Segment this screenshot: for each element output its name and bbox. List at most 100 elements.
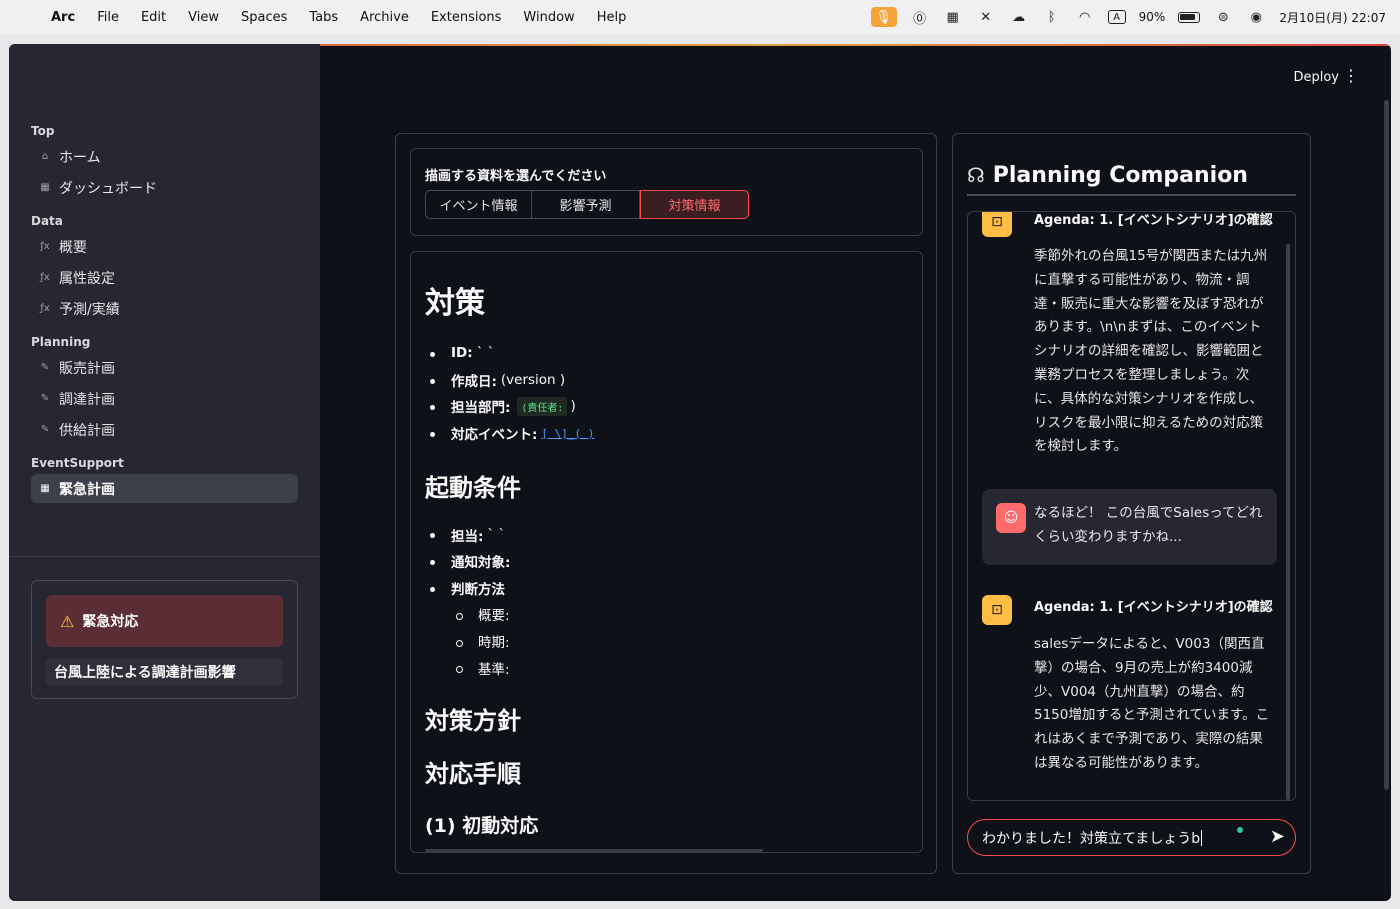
list-item: 判断方法: [425, 575, 908, 602]
event-link[interactable]: [ \]_( ): [541, 427, 594, 440]
bluetooth-off-icon[interactable]: ✕: [976, 8, 996, 26]
trigger-key-notify: 通知対象:: [451, 555, 511, 572]
chat-header: ☊ Planning Companion: [967, 156, 1296, 196]
sidebar-item-supply-plan[interactable]: ✎ 供給計画: [31, 415, 298, 444]
menu-app-arc[interactable]: Arc: [51, 10, 86, 25]
list-item: 時期:: [425, 628, 908, 655]
sidebar-item-label: ホーム: [59, 149, 101, 166]
function-icon: ƒx: [40, 303, 50, 314]
more-options-icon[interactable]: ⋮: [1343, 68, 1359, 84]
alert-title: 緊急対応: [82, 614, 139, 630]
nav-section-eventsupport: EventSupport: [31, 456, 124, 470]
home-icon: ⌂: [41, 151, 49, 162]
seg-event-info[interactable]: イベント情報: [425, 190, 532, 219]
menu-spaces[interactable]: Spaces: [230, 10, 298, 25]
field-key-created: 作成日:: [451, 373, 497, 390]
sidebar-item-procurement-plan[interactable]: ✎ 調達計画: [31, 384, 298, 413]
doc-title: 対策: [425, 286, 485, 321]
text-caret: [1201, 829, 1203, 846]
message-title: Agenda: 1. [イベントシナリオ]の確認: [1034, 600, 1273, 615]
menu-edit[interactable]: Edit: [130, 10, 177, 25]
menu-file[interactable]: File: [86, 10, 130, 25]
message-title: Agenda: 1. [イベントシナリオ]の確認: [1034, 213, 1273, 228]
selector-label: 描画する資料を選んでください: [425, 169, 607, 184]
microphone-icon[interactable]: 🎙: [870, 7, 897, 27]
chat-scrollbar[interactable]: [1286, 244, 1290, 800]
sidebar-item-label: 概要: [59, 239, 87, 256]
warning-icon: ⚠: [60, 611, 75, 631]
window-scrollbar[interactable]: [1384, 100, 1389, 790]
seg-impact-forecast[interactable]: 影響予測: [532, 190, 640, 219]
field-key-event: 対応イベント:: [451, 427, 538, 444]
sidebar-item-label: 予測/実績: [59, 301, 120, 318]
user-message-body: なるほど！ この台風でSalesってどれくらい変わりますかね...: [1034, 505, 1263, 545]
status-dot-icon: [1237, 827, 1243, 833]
sidebar-item-label: 供給計画: [59, 422, 115, 439]
field-value-department: ): [570, 398, 576, 415]
sidebar-item-emergency-plan[interactable]: ▦ 緊急計画: [31, 474, 298, 503]
message-body: salesデータによると、V003（関西直撃）の場合、9月の売上が約3400減少…: [1034, 636, 1270, 771]
sidebar-item-attributes[interactable]: ƒx 属性設定: [31, 263, 298, 292]
sidebar-item-label: 調達計画: [59, 391, 115, 408]
function-icon: ƒx: [40, 241, 50, 252]
emergency-alert-card: ⚠ 緊急対応 台風上陸による調達計画影響: [31, 580, 298, 699]
field-value-created: (version ): [500, 371, 566, 388]
chat-input-value: わかりました！対策立てましょうb: [982, 830, 1201, 847]
trigger-value-owner: ` `: [487, 526, 506, 543]
function-icon: ƒx: [40, 272, 50, 283]
list-item: 担当部門: (責任者:): [425, 393, 908, 420]
menu-archive[interactable]: Archive: [349, 10, 420, 25]
message-body: 季節外れの台風15号が関西または九州に直撃する可能性があり、物流・調達・販売に重…: [1034, 248, 1268, 455]
dashboard-icon: ▦: [40, 483, 50, 494]
sidebar-item-dashboard[interactable]: ▦ ダッシュボード: [31, 173, 298, 202]
trigger-key-method: 判断方法: [451, 581, 505, 598]
menu-window[interactable]: Window: [512, 10, 585, 25]
bot-avatar-icon: ⊡: [982, 212, 1012, 237]
battery-icon[interactable]: [1178, 11, 1201, 23]
list-item: 通知対象:: [425, 548, 908, 575]
doc-heading-policy: 対策方針: [425, 706, 521, 735]
list-item: 対応イベント:[ \]_( ): [425, 420, 908, 447]
trigger-key-owner: 担当:: [451, 528, 484, 545]
cloud-sync-icon[interactable]: ☁: [1009, 8, 1029, 26]
sidebar-divider: [9, 556, 320, 557]
sidebar-item-home[interactable]: ⌂ ホーム: [31, 142, 298, 171]
menu-tabs[interactable]: Tabs: [298, 10, 349, 25]
app-window: Top ⌂ ホーム ▦ ダッシュボード Data ƒx 概要 ƒx 属性設定 ƒ…: [9, 44, 1391, 901]
list-item: ID: ` `: [425, 340, 908, 367]
sidebar-item-forecast[interactable]: ƒx 予測/実績: [31, 294, 298, 323]
menu-extensions[interactable]: Extensions: [420, 10, 513, 25]
input-method-icon[interactable]: A: [1107, 10, 1126, 24]
document-viewer: 対策 ID: ` ` 作成日: (version ) 担当部門: (責任者:) 対応イ…: [410, 251, 923, 853]
sidebar-item-sales-plan[interactable]: ✎ 販売計画: [31, 353, 298, 382]
password-manager-icon[interactable]: ⓪: [910, 8, 930, 27]
doc-field-list: ID: ` ` 作成日: (version ) 担当部門: (責任者:) 対応イベント…: [425, 340, 908, 446]
menubar-datetime[interactable]: 2月10日(月) 22:07: [1279, 9, 1386, 26]
chat-messages[interactable]: ⊡ Agenda: 1. [イベントシナリオ]の確認 季節外れの台風15号が関西…: [967, 211, 1296, 801]
dashboard-icon: ▦: [40, 182, 50, 193]
control-center-icon[interactable]: ⊜: [1213, 8, 1233, 26]
horizontal-scrollbar[interactable]: [425, 849, 763, 852]
window-layout-icon[interactable]: ▦: [943, 8, 963, 26]
menu-help[interactable]: Help: [586, 10, 638, 25]
list-item: 基準:: [425, 654, 908, 681]
status-area: 🎙 ⓪ ▦ ✕ ☁ ᛒ ◠ A 90% ⊜ ◉ 2月10日(月) 22:07: [870, 0, 1386, 34]
user-avatar-icon: ☺: [996, 503, 1026, 533]
pencil-icon: ✎: [40, 362, 50, 373]
send-icon[interactable]: ➤: [1270, 826, 1285, 847]
macos-menubar: Arc File Edit View Spaces Tabs Archive E…: [0, 0, 1400, 34]
sidebar-item-overview[interactable]: ƒx 概要: [31, 232, 298, 261]
trigger-list: 担当: ` ` 通知対象: 判断方法 概要: 時期: 基準:: [425, 521, 908, 681]
deploy-button[interactable]: Deploy: [1293, 70, 1339, 85]
wifi-icon[interactable]: ◠: [1075, 8, 1095, 26]
segmented-control: イベント情報 影響予測 対策情報: [425, 190, 749, 219]
field-code-owner: (責任者:: [517, 396, 568, 416]
chat-input[interactable]: わかりました！対策立てましょうb ➤: [967, 819, 1296, 856]
nav-section-top: Top: [31, 124, 55, 138]
siri-icon[interactable]: ◉: [1246, 8, 1266, 26]
sidebar-item-label: ダッシュボード: [59, 180, 157, 197]
seg-countermeasure-info[interactable]: 対策情報: [640, 190, 749, 219]
menu-view[interactable]: View: [177, 10, 230, 25]
bluetooth-icon[interactable]: ᛒ: [1042, 8, 1062, 26]
chat-title: Planning Companion: [992, 162, 1248, 188]
